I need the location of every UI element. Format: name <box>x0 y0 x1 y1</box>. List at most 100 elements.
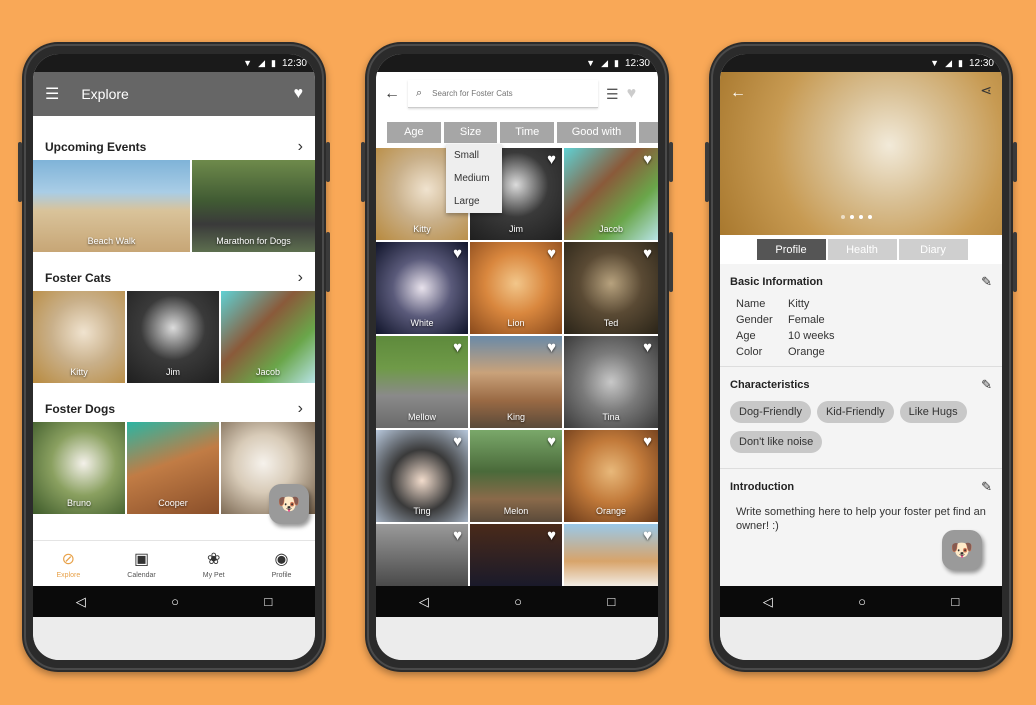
search-field[interactable]: ⌕ <box>408 80 598 108</box>
system-nav-bar: ◁ ○ □ <box>720 586 1002 617</box>
heart-icon[interactable]: ♥ <box>627 85 637 103</box>
chevron-right-icon[interactable]: › <box>298 269 303 287</box>
dog-tile[interactable]: Cooper <box>127 422 219 514</box>
cat-tile[interactable]: ♥ Melon <box>470 430 562 522</box>
filter-chip-time[interactable]: Time <box>500 121 555 143</box>
heart-icon[interactable]: ♥ <box>643 434 652 449</box>
cat-label: Ting <box>413 506 431 516</box>
heart-icon[interactable]: ♥ <box>547 152 556 167</box>
section-header-cats[interactable]: Foster Cats › <box>45 269 303 287</box>
cat-tile[interactable]: ♥ <box>564 524 658 586</box>
cat-tile[interactable]: ♥ <box>376 524 468 586</box>
carousel-dot[interactable] <box>841 215 845 219</box>
menu-icon[interactable]: ☰ <box>45 84 59 104</box>
status-bar: ▼ ◢ ▮ 12:30 <box>33 54 315 72</box>
cat-tile[interactable]: ♥ Lion <box>470 242 562 334</box>
cat-tile[interactable]: ♥ White <box>376 242 468 334</box>
share-icon[interactable]: ⋖ <box>980 82 992 99</box>
info-row: Name Kitty <box>730 298 992 310</box>
tab-health[interactable]: Health <box>827 239 897 260</box>
carousel-dot[interactable] <box>850 215 854 219</box>
recents-nav-icon[interactable]: □ <box>607 594 615 609</box>
back-arrow-icon[interactable]: ← <box>730 84 746 102</box>
carousel-dot[interactable] <box>868 215 872 219</box>
trait-tag[interactable]: Dog-Friendly <box>730 401 811 423</box>
chevron-right-icon[interactable]: › <box>298 400 303 418</box>
event-tile[interactable]: Beach Walk <box>33 160 190 252</box>
tab-diary[interactable]: Diary <box>898 239 968 260</box>
heart-icon[interactable]: ♥ <box>547 528 556 543</box>
search-icon: ⌕ <box>416 87 423 99</box>
battery-icon: ▮ <box>614 57 619 68</box>
info-value: Orange <box>788 346 825 358</box>
nav-profile[interactable]: ◉ Profile <box>272 549 292 579</box>
heart-icon[interactable]: ♥ <box>547 434 556 449</box>
size-option-small[interactable]: Small <box>446 144 502 167</box>
section-title: Upcoming Events <box>45 140 147 154</box>
search-input[interactable] <box>432 89 573 98</box>
heart-icon[interactable]: ♥ <box>643 152 652 167</box>
status-time: 12:30 <box>968 57 994 69</box>
event-tile[interactable]: Marathon for Dogs <box>192 160 315 252</box>
edit-pencil-icon[interactable]: ✎ <box>981 274 992 290</box>
cat-tile[interactable]: ♥ Mellow <box>376 336 468 428</box>
cat-tile[interactable]: ♥ Ted <box>564 242 658 334</box>
filter-sliders-icon[interactable]: ☰ <box>606 86 619 103</box>
filter-chip-age[interactable]: Age <box>387 121 441 143</box>
heart-icon[interactable]: ♥ <box>547 340 556 355</box>
trait-tag[interactable]: Don't like noise <box>730 431 823 453</box>
heart-icon[interactable]: ♥ <box>643 340 652 355</box>
back-nav-icon[interactable]: ◁ <box>419 594 429 610</box>
heart-icon[interactable]: ♥ <box>453 246 462 261</box>
compass-icon: ⊘ <box>61 550 76 568</box>
carousel-dot[interactable] <box>859 215 863 219</box>
cat-tile[interactable]: ♥ Jacob <box>564 148 658 240</box>
recents-nav-icon[interactable]: □ <box>951 594 959 609</box>
trait-tag[interactable]: Kid-Friendly <box>816 401 894 423</box>
heart-icon[interactable]: ♥ <box>453 434 462 449</box>
home-nav-icon[interactable]: ○ <box>858 594 866 609</box>
cat-tile[interactable]: Kitty <box>33 291 125 383</box>
dog-fab-button[interactable]: 🐶 <box>942 530 982 570</box>
tab-profile[interactable]: Profile <box>756 239 826 260</box>
cat-tile[interactable]: ♥ <box>470 524 562 586</box>
cat-tile[interactable]: ♥ Ting <box>376 430 468 522</box>
heart-icon[interactable]: ♥ <box>643 246 652 261</box>
filter-chip-good-with[interactable]: Good with <box>557 121 636 143</box>
phone-explore: ▼ ◢ ▮ 12:30 ☰ Explore ♥ Upcoming Events … <box>18 42 330 672</box>
heart-icon[interactable]: ♥ <box>643 528 652 543</box>
section-header-dogs[interactable]: Foster Dogs › <box>45 400 303 418</box>
size-option-large[interactable]: Large <box>446 190 502 213</box>
cat-tile[interactable]: ♥ Tina <box>564 336 658 428</box>
trait-tag[interactable]: Like Hugs <box>899 401 967 423</box>
home-nav-icon[interactable]: ○ <box>514 594 522 609</box>
nav-my-pet[interactable]: ❀ My Pet <box>203 549 225 579</box>
filter-chip-more[interactable] <box>638 121 658 143</box>
section-header-events[interactable]: Upcoming Events › <box>45 138 303 156</box>
app-bar: ☰ Explore ♥ <box>33 72 315 116</box>
pet-photo-carousel[interactable]: ← ⋖ <box>720 72 1002 235</box>
heart-icon[interactable]: ♥ <box>294 85 304 103</box>
recents-nav-icon[interactable]: □ <box>264 594 272 609</box>
cat-tile[interactable]: ♥ Orange <box>564 430 658 522</box>
heart-icon[interactable]: ♥ <box>453 528 462 543</box>
chevron-right-icon[interactable]: › <box>298 138 303 156</box>
nav-explore[interactable]: ⊘ Explore <box>57 549 81 579</box>
screen: ▼ ◢ ▮ 12:30 ← ⌕ ☰ ♥ Age Size Time Good w… <box>376 54 658 660</box>
heart-icon[interactable]: ♥ <box>453 340 462 355</box>
cat-tile[interactable]: Jacob <box>221 291 315 383</box>
filter-chip-size[interactable]: Size <box>443 121 498 143</box>
dog-tile[interactable]: Bruno <box>33 422 125 514</box>
nav-calendar[interactable]: ▣ Calendar <box>127 549 155 579</box>
back-nav-icon[interactable]: ◁ <box>76 594 86 610</box>
size-option-medium[interactable]: Medium <box>446 167 502 190</box>
cat-tile[interactable]: Jim <box>127 291 219 383</box>
back-nav-icon[interactable]: ◁ <box>763 594 773 610</box>
heart-icon[interactable]: ♥ <box>547 246 556 261</box>
edit-pencil-icon[interactable]: ✎ <box>981 377 992 393</box>
dog-fab-button[interactable]: 🐶 <box>269 484 309 524</box>
back-arrow-icon[interactable]: ← <box>384 85 400 103</box>
edit-pencil-icon[interactable]: ✎ <box>981 479 992 495</box>
cat-tile[interactable]: ♥ King <box>470 336 562 428</box>
home-nav-icon[interactable]: ○ <box>171 594 179 609</box>
